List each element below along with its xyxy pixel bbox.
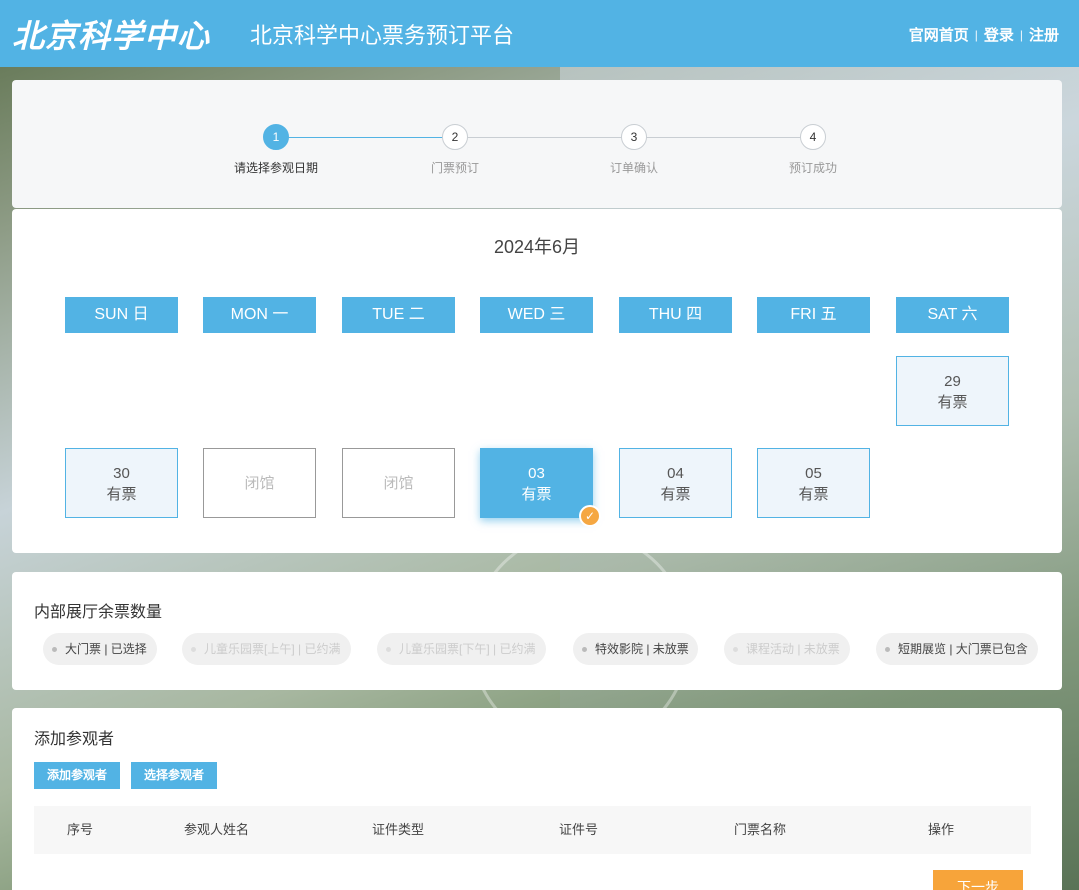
visitor-panel: 添加参观者 添加参观者 选择参观者 序号 参观人姓名 证件类型 证件号 门票名称… [12,708,1062,890]
weekday-fri: FRI 五 [757,297,870,333]
site-logo[interactable]: 北京科学中心 [12,11,210,57]
column-id-number: 证件号 [559,822,599,837]
selected-check-icon: ✓ [579,505,601,527]
link-separator: | [974,27,978,42]
hall-chip-courses: 课程活动 | 未放票 [724,633,850,665]
calendar-day-30[interactable]: 30 有票 [65,448,178,518]
visitor-section-title: 添加参观者 [34,731,115,748]
calendar-month: 2024年6月 [493,237,581,257]
weekday-mon: MON 一 [203,297,316,333]
visitor-table-header: 序号 参观人姓名 证件类型 证件号 门票名称 操作 [34,806,1031,854]
day-status: 闭馆 [383,475,414,492]
hall-section-title: 内部展厅余票数量 [34,604,163,621]
step-label: 请选择参观日期 [233,161,318,175]
hall-tickets-panel: 内部展厅余票数量 大门票 | 已选择 儿童乐园票[上午] | 已约满 儿童乐园票… [12,572,1062,690]
hall-chip-kids-pm: 儿童乐园票[下午] | 已约满 [377,633,546,665]
column-visitor-name: 参观人姓名 [184,822,250,837]
home-link[interactable]: 官网首页 [909,24,969,45]
step-3: 3 订单确认 [584,124,684,176]
weekday-sun: SUN 日 [65,297,178,333]
column-index: 序号 [67,822,94,837]
day-date: 04 [667,465,684,482]
weekday-tue: TUE 二 [342,297,455,333]
select-visitor-button[interactable]: 选择参观者 [131,762,218,789]
calendar-day-04[interactable]: 04 有票 [619,448,732,518]
progress-steps: 1 请选择参观日期 2 门票预订 3 订单确认 4 预订成功 [226,124,846,184]
link-separator: | [1019,27,1023,42]
calendar-day-29[interactable]: 29 有票 [896,356,1009,426]
weekday-wed: WED 三 [480,297,593,333]
day-date: 30 [113,465,130,482]
day-status: 闭馆 [244,475,275,492]
step-2: 2 门票预订 [405,124,505,176]
day-status: 有票 [798,486,829,503]
calendar-day-closed: 闭馆 [203,448,316,518]
day-date: 05 [805,465,822,482]
steps-panel: 1 请选择参观日期 2 门票预订 3 订单确认 4 预订成功 [12,80,1062,208]
login-link[interactable]: 登录 [984,24,1014,45]
day-status: 有票 [660,486,691,503]
day-status: 有票 [106,486,137,503]
next-step-button[interactable]: 下一步 [933,870,1023,890]
day-date: 29 [944,373,961,390]
step-label: 门票预订 [430,161,479,175]
hall-chip-short-exhibit[interactable]: 短期展览 | 大门票已包含 [876,633,1038,665]
column-ticket-name: 门票名称 [734,822,787,837]
calendar-day-03[interactable]: 03 有票 ✓ [480,448,601,527]
column-actions: 操作 [928,822,955,837]
step-number: 2 [442,124,468,150]
platform-title: 北京科学中心票务预订平台 [250,22,515,48]
hall-chip-kids-am: 儿童乐园票[上午] | 已约满 [182,633,351,665]
step-number: 3 [621,124,647,150]
step-1: 1 请选择参观日期 [226,124,326,176]
calendar-panel: 2024年6月 SUN 日 MON 一 TUE 二 WED 三 THU 四 FR… [12,209,1062,553]
day-status: 有票 [521,486,552,503]
day-status: 有票 [937,394,968,411]
hall-chip-cinema[interactable]: 特效影院 | 未放票 [573,633,698,665]
register-link[interactable]: 注册 [1029,24,1059,45]
weekday-sat: SAT 六 [896,297,1009,333]
step-4: 4 预订成功 [763,124,863,176]
column-id-type: 证件类型 [372,822,425,837]
step-label: 预订成功 [788,161,837,175]
step-number: 1 [263,124,289,150]
add-visitor-button[interactable]: 添加参观者 [34,762,121,789]
day-date: 03 [528,465,545,482]
step-number: 4 [800,124,826,150]
hall-chip-main-ticket[interactable]: 大门票 | 已选择 [43,633,157,665]
calendar-day-05[interactable]: 05 有票 [757,448,870,518]
weekday-thu: THU 四 [619,297,732,333]
top-bar: 北京科学中心 北京科学中心票务预订平台 官网首页 | 登录 | 注册 [0,0,1079,67]
step-label: 订单确认 [609,161,658,175]
calendar-day-closed: 闭馆 [342,448,455,518]
top-links: 官网首页 | 登录 | 注册 [909,24,1059,45]
